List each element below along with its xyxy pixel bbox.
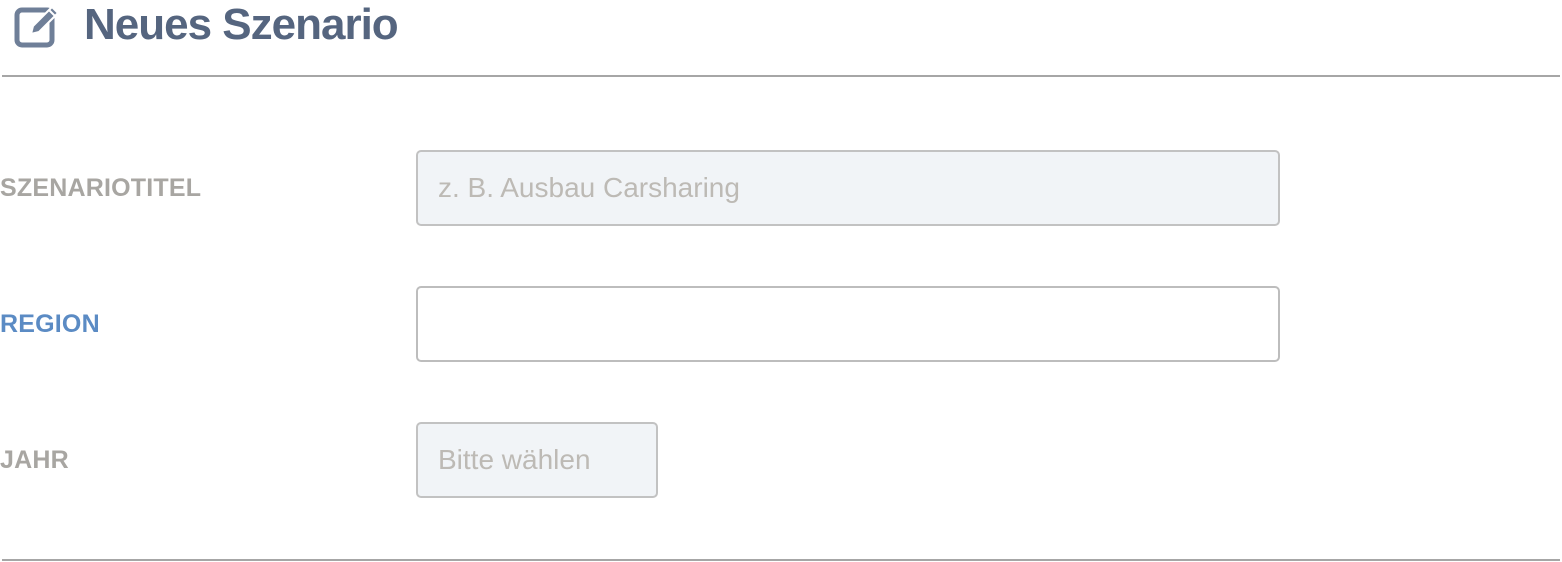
form-row-year: JAHR Bitte wählen [0,422,1562,498]
form-row-region: REGION [0,286,1562,362]
edit-icon [14,6,59,48]
region-input[interactable] [416,286,1280,362]
year-select-value: Bitte wählen [438,444,591,475]
page-title: Neues Szenario [84,0,399,49]
header-divider [2,75,1560,77]
form-row-scenario-title: SZENARIOTITEL [0,150,1562,226]
scenario-title-input[interactable] [416,150,1280,226]
year-select[interactable]: Bitte wählen [416,422,658,498]
year-label: JAHR [0,446,69,474]
form-footer-divider [2,559,1560,561]
scenario-title-label: SZENARIOTITEL [0,174,202,202]
page-header: Neues Szenario [14,0,399,50]
region-label: REGION [0,310,100,338]
